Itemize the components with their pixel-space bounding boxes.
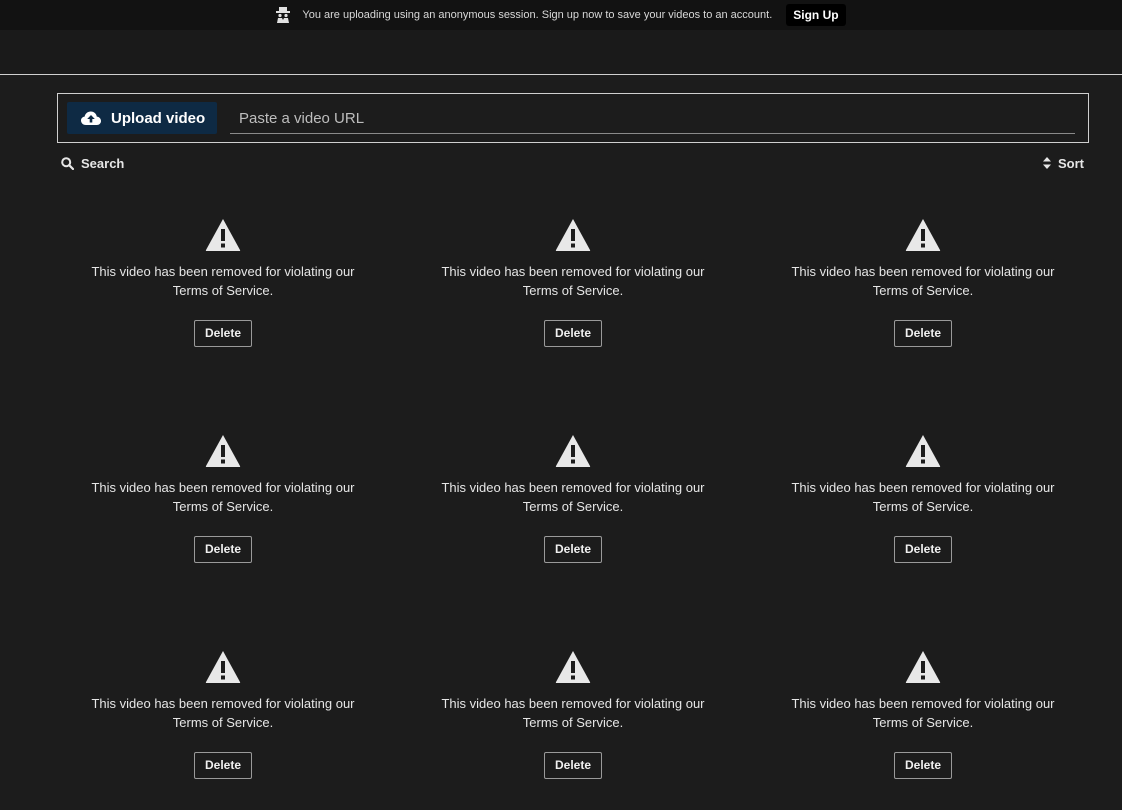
warning-icon [555, 651, 591, 683]
delete-button[interactable]: Delete [894, 536, 952, 563]
delete-button[interactable]: Delete [544, 752, 602, 779]
video-card: This video has been removed for violatin… [58, 650, 388, 810]
removed-message: This video has been removed for violatin… [791, 696, 1055, 730]
upload-video-label: Upload video [111, 109, 206, 127]
banner-text: You are uploading using an anonymous ses… [302, 9, 773, 21]
warning-icon [205, 651, 241, 683]
removed-message: This video has been removed for violatin… [91, 480, 355, 514]
removed-message: This video has been removed for violatin… [791, 480, 1055, 514]
top-navigation-bar [0, 30, 1122, 75]
sort-icon [1043, 157, 1051, 169]
video-card: This video has been removed for violatin… [758, 434, 1088, 594]
removed-message: This video has been removed for violatin… [91, 264, 355, 298]
delete-button[interactable]: Delete [194, 320, 252, 347]
removed-message: This video has been removed for violatin… [91, 696, 355, 730]
upload-panel: Upload video [57, 93, 1089, 143]
removed-message: This video has been removed for violatin… [791, 264, 1055, 298]
warning-icon [905, 219, 941, 251]
video-url-input[interactable] [230, 104, 1075, 134]
delete-button[interactable]: Delete [544, 536, 602, 563]
delete-button[interactable]: Delete [194, 536, 252, 563]
sort-label: Sort [1058, 155, 1084, 171]
delete-button[interactable]: Delete [894, 320, 952, 347]
delete-button[interactable]: Delete [194, 752, 252, 779]
delete-button[interactable]: Delete [544, 320, 602, 347]
warning-icon [905, 651, 941, 683]
incognito-icon [276, 7, 291, 23]
video-card: This video has been removed for violatin… [408, 218, 738, 378]
upload-video-button[interactable]: Upload video [67, 102, 217, 134]
warning-icon [555, 219, 591, 251]
video-card: This video has been removed for violatin… [58, 434, 388, 594]
delete-button[interactable]: Delete [894, 752, 952, 779]
removed-message: This video has been removed for violatin… [441, 480, 705, 514]
sign-up-button[interactable]: Sign Up [786, 4, 846, 26]
cloud-upload-icon [81, 111, 101, 125]
video-card: This video has been removed for violatin… [408, 650, 738, 810]
sort-button[interactable]: Sort [1043, 155, 1084, 171]
warning-icon [555, 435, 591, 467]
anonymous-session-banner: You are uploading using an anonymous ses… [0, 0, 1122, 30]
video-card: This video has been removed for violatin… [58, 218, 388, 378]
video-card: This video has been removed for violatin… [408, 434, 738, 594]
video-card: This video has been removed for violatin… [758, 218, 1088, 378]
warning-icon [905, 435, 941, 467]
video-card: This video has been removed for violatin… [758, 650, 1088, 810]
warning-icon [205, 435, 241, 467]
removed-message: This video has been removed for violatin… [441, 264, 705, 298]
search-label: Search [81, 155, 125, 171]
search-button[interactable]: Search [61, 155, 124, 171]
removed-message: This video has been removed for violatin… [441, 696, 705, 730]
search-icon [61, 156, 74, 170]
warning-icon [205, 219, 241, 251]
